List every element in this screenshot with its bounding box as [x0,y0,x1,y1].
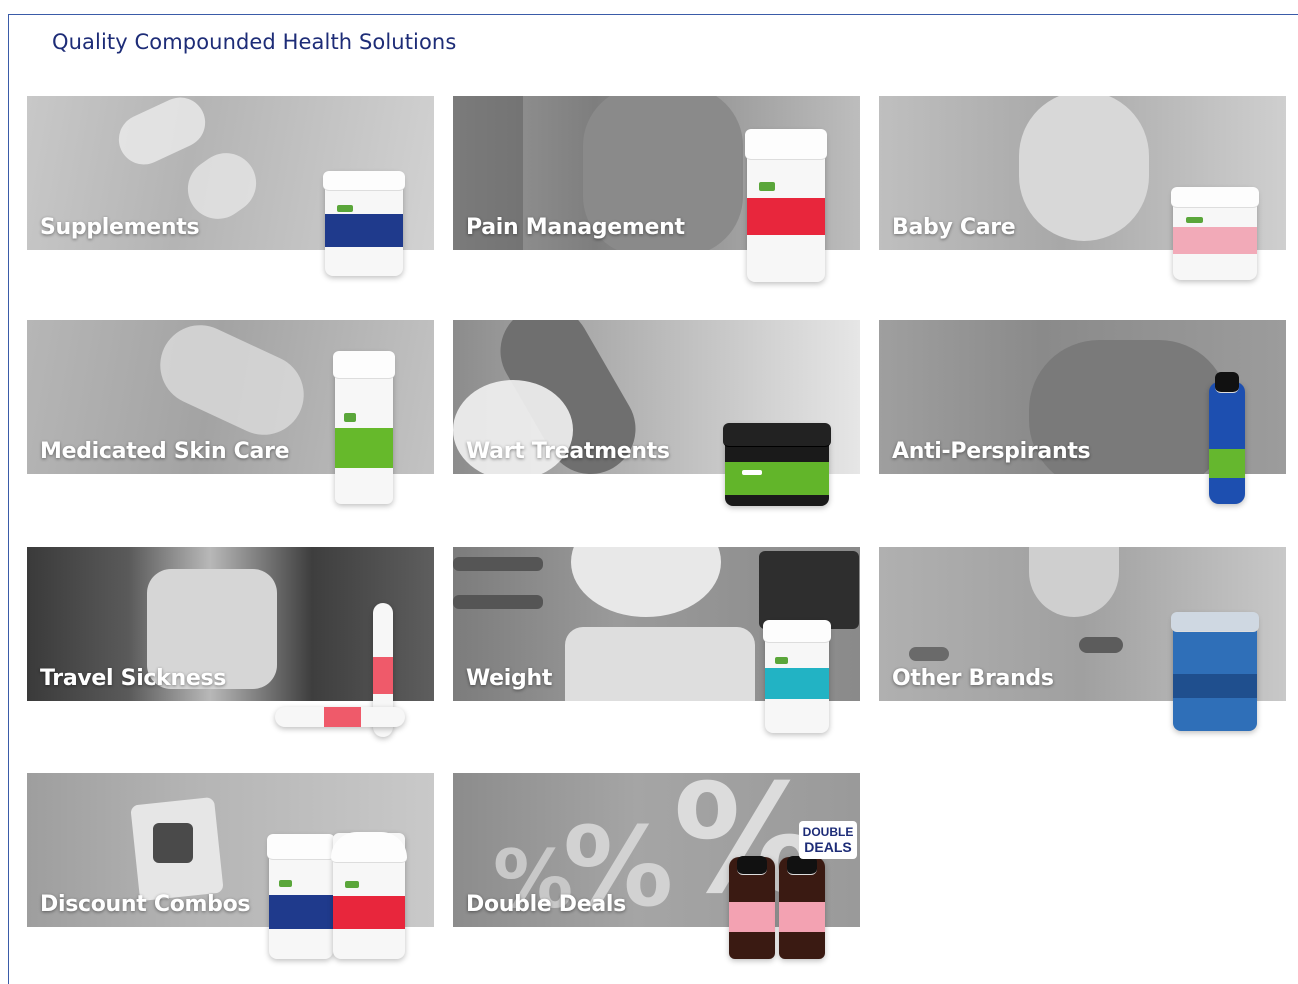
cart-icon [153,823,193,863]
category-tile-double-deals[interactable]: % % % DOUBLE DEALS Double Deals [453,773,860,959]
pill-shape [909,647,949,661]
category-label: Wart Treatments [466,439,670,464]
double-deals-product-bottle [729,856,775,959]
wart-treatment-product-jar [723,423,831,506]
category-tile-anti-perspirants[interactable]: Anti-Perspirants [879,320,1286,504]
dumbbell-shape [453,557,543,571]
pill-bottle-shape [1029,547,1119,617]
category-label: Medicated Skin Care [40,439,290,464]
tablet-shape [759,551,859,629]
pill-shape [1079,637,1123,653]
category-tile-supplements[interactable]: Supplements [27,96,434,276]
category-label: Anti-Perspirants [892,439,1091,464]
double-deals-badge: DOUBLE DEALS [799,821,857,859]
hand-shape [147,320,317,448]
category-tile-pain-management[interactable]: Pain Management [453,96,860,282]
category-label: Baby Care [892,215,1016,240]
category-label: Discount Combos [40,892,251,917]
baby-care-product-jar [1171,187,1259,280]
weight-product-bottle [763,620,831,733]
category-tile-discount-combos[interactable]: Discount Combos [27,773,434,959]
baby-shape [1019,96,1149,241]
plate-shape [571,547,721,617]
category-tile-medicated-skin-care[interactable]: Medicated Skin Care [27,320,434,504]
anti-perspirant-spray-bottle [1209,372,1245,504]
dumbbell-shape [453,595,543,609]
category-tile-baby-care[interactable]: Baby Care [879,96,1286,280]
category-label: Double Deals [466,892,626,917]
pain-management-product-bottle [745,129,827,282]
scale-shape [565,627,755,701]
category-tile-travel-sickness[interactable]: Travel Sickness [27,547,434,737]
category-tile-other-brands[interactable]: Other Brands [879,547,1286,731]
double-deals-badge-line1: DOUBLE [802,825,854,839]
category-label: Supplements [40,215,200,240]
category-tile-weight[interactable]: Weight [453,547,860,733]
double-deals-badge-line2: DEALS [804,839,852,855]
discount-combos-product-bottle-red [331,832,407,959]
travel-sickness-product-tube-horizontal [275,707,405,727]
skin-care-product-tube [333,351,395,504]
section-heading: Quality Compounded Health Solutions [52,30,457,54]
double-deals-product-bottle [779,856,825,959]
category-tile-wart-treatments[interactable]: Wart Treatments [453,320,860,506]
category-label: Other Brands [892,666,1054,691]
supplements-product-jar [323,171,405,276]
category-label: Travel Sickness [40,666,227,691]
hand-shape [110,96,214,173]
discount-combos-product-bottle-blue [267,834,335,959]
other-brands-product-jar [1171,612,1259,731]
category-label: Pain Management [466,215,685,240]
category-label: Weight [466,666,553,691]
